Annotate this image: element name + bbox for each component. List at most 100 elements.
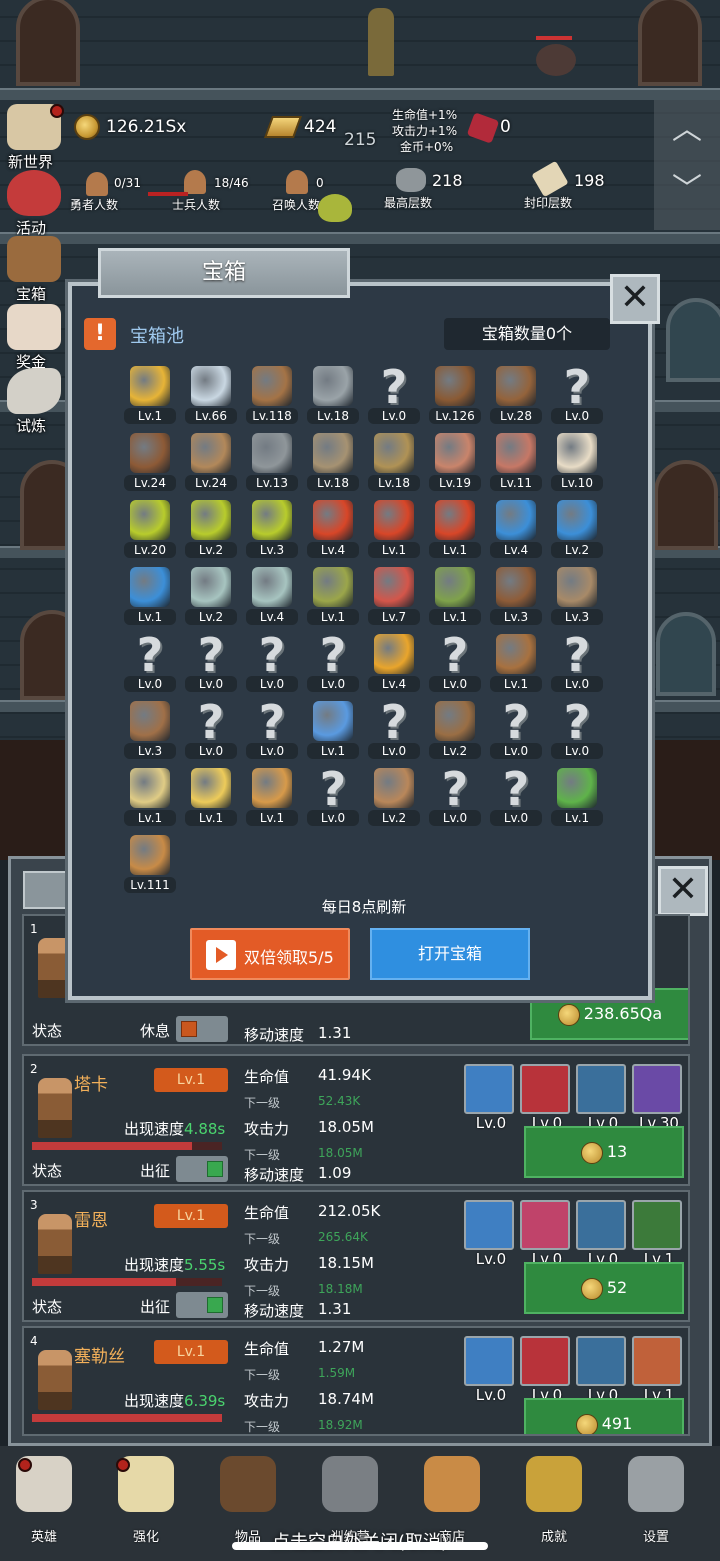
close-hint[interactable]: 点击空白处关闭(取消) xyxy=(0,1528,720,1554)
chest-item[interactable]: ? Lv.0 xyxy=(303,628,363,696)
chest-item[interactable]: Lv.2 xyxy=(364,766,424,830)
chest-item[interactable]: Lv.2 xyxy=(181,565,241,629)
chest-item[interactable]: Lv.18 xyxy=(303,431,363,495)
chest-item[interactable]: Lv.10 xyxy=(547,431,607,495)
chest-item[interactable]: Lv.1 xyxy=(425,565,485,629)
hero-avatar[interactable] xyxy=(38,1078,72,1138)
chest-item[interactable]: ? Lv.0 xyxy=(425,762,485,830)
wooden-sword-icon xyxy=(252,366,292,406)
deploy-toggle[interactable] xyxy=(176,1016,228,1042)
chest-item[interactable]: ? Lv.0 xyxy=(242,695,302,763)
chest-item[interactable]: Lv.2 xyxy=(181,498,241,562)
chest-item[interactable]: Lv.126 xyxy=(425,364,485,428)
purple-boot-icon[interactable]: Lv.30 xyxy=(632,1064,682,1132)
chest-item[interactable]: Lv.3 xyxy=(242,498,302,562)
chest-item[interactable]: ? Lv.0 xyxy=(120,628,180,696)
chest-item[interactable]: Lv.1 xyxy=(120,364,180,428)
chest-item[interactable]: Lv.4 xyxy=(242,565,302,629)
chest-item[interactable]: Lv.3 xyxy=(120,699,180,763)
item-level: Lv.0 xyxy=(368,743,420,759)
chest-item[interactable]: Lv.1 xyxy=(242,766,302,830)
boot-icon[interactable]: Lv.0 xyxy=(576,1064,626,1132)
chest-item[interactable]: Lv.7 xyxy=(364,565,424,629)
chest-item[interactable]: Lv.1 xyxy=(303,565,363,629)
deploy-toggle[interactable] xyxy=(176,1292,228,1318)
open-chest-button[interactable]: 打开宝箱 xyxy=(370,928,530,980)
hero-avatar[interactable] xyxy=(38,1214,72,1274)
chest-item[interactable]: Lv.2 xyxy=(425,699,485,763)
chest-item[interactable]: Lv.28 xyxy=(486,364,546,428)
chest-item[interactable]: Lv.13 xyxy=(242,431,302,495)
chest-item[interactable]: ? Lv.0 xyxy=(486,695,546,763)
chest-item[interactable]: Lv.1 xyxy=(547,766,607,830)
chest-item[interactable]: ? Lv.0 xyxy=(364,360,424,428)
chevron-up-icon[interactable]: ︿ xyxy=(654,100,720,160)
chest-item[interactable]: Lv.18 xyxy=(303,364,363,428)
boot-icon[interactable]: Lv.0 xyxy=(576,1200,626,1268)
chest-item[interactable]: Lv.1 xyxy=(120,565,180,629)
hero-avatar[interactable] xyxy=(38,1350,72,1410)
chest-item[interactable]: Lv.1 xyxy=(181,766,241,830)
hero-avatar[interactable] xyxy=(38,938,72,998)
upgrade-button[interactable]: 13 xyxy=(524,1126,684,1178)
chest-item[interactable]: ? Lv.0 xyxy=(547,360,607,428)
hero-panel-close-button[interactable]: ✕ xyxy=(658,866,708,916)
chest-item[interactable]: ? Lv.0 xyxy=(547,695,607,763)
chest-item[interactable]: Lv.24 xyxy=(120,431,180,495)
chest-item[interactable]: ? Lv.0 xyxy=(181,628,241,696)
sword-skill-icon[interactable]: Lv.0 xyxy=(464,1200,514,1268)
pink-blade-icon[interactable]: Lv.0 xyxy=(520,1200,570,1268)
chest-item[interactable]: Lv.111 xyxy=(120,833,180,897)
chest-item[interactable]: ? Lv.0 xyxy=(486,762,546,830)
chest-item[interactable]: Lv.18 xyxy=(364,431,424,495)
red-axe-icon[interactable]: Lv.0 xyxy=(520,1064,570,1132)
floor-scroll-arrows[interactable]: ︿ ﹀ xyxy=(654,100,720,230)
side-chest-button[interactable]: 宝箱 xyxy=(2,236,66,303)
chest-item[interactable]: Lv.1 xyxy=(120,766,180,830)
chest-item[interactable]: Lv.3 xyxy=(486,565,546,629)
red-monster-icon[interactable]: Lv.0 xyxy=(520,1336,570,1404)
side-trial-button[interactable]: 试炼 xyxy=(2,368,66,435)
fire-icon[interactable]: Lv.1 xyxy=(632,1336,682,1404)
chest-item[interactable]: Lv.1 xyxy=(364,498,424,562)
star-shield-icon[interactable]: Lv.0 xyxy=(464,1336,514,1404)
item-level: Lv.2 xyxy=(429,743,481,759)
chest-item[interactable]: ? Lv.0 xyxy=(303,762,363,830)
green-beast-icon[interactable]: Lv.1 xyxy=(632,1200,682,1268)
upgrade-button[interactable]: 491 xyxy=(524,1398,684,1434)
status-label: 状态 xyxy=(32,1022,63,1040)
chest-item[interactable]: ? Lv.0 xyxy=(242,628,302,696)
shield-axe-icon[interactable]: Lv.0 xyxy=(464,1064,514,1132)
upgrade-button[interactable]: 52 xyxy=(524,1262,684,1314)
chest-item[interactable]: ? Lv.0 xyxy=(364,695,424,763)
chest-item[interactable]: Lv.20 xyxy=(120,498,180,562)
chest-item[interactable]: Lv.3 xyxy=(547,565,607,629)
chest-item[interactable]: Lv.1 xyxy=(486,632,546,696)
spawn-speed-value: 4.88s xyxy=(184,1120,226,1138)
summon-count-icon xyxy=(286,170,308,194)
chest-item[interactable]: ? Lv.0 xyxy=(547,628,607,696)
chest-item[interactable]: Lv.4 xyxy=(486,498,546,562)
unknown-icon: ? xyxy=(136,628,164,682)
armor-icon[interactable]: Lv.0 xyxy=(576,1336,626,1404)
chest-item[interactable]: ? Lv.0 xyxy=(181,695,241,763)
chest-dialog-close-button[interactable]: ✕ xyxy=(610,274,660,324)
chest-item[interactable]: Lv.4 xyxy=(364,632,424,696)
side-bonus-button[interactable]: 奖金 xyxy=(2,304,66,371)
chest-item[interactable]: Lv.11 xyxy=(486,431,546,495)
chest-item[interactable]: Lv.24 xyxy=(181,431,241,495)
deploy-toggle[interactable] xyxy=(176,1156,228,1182)
chest-item[interactable]: Lv.1 xyxy=(425,498,485,562)
chest-item[interactable]: Lv.4 xyxy=(303,498,363,562)
refresh-text: 每日8点刷新 xyxy=(321,898,407,916)
chest-item[interactable]: Lv.118 xyxy=(242,364,302,428)
side-event-button[interactable]: 活动 xyxy=(2,170,66,237)
chest-item[interactable]: ? Lv.0 xyxy=(425,628,485,696)
chevron-down-icon[interactable]: ﹀ xyxy=(654,160,720,220)
chest-item[interactable]: Lv.66 xyxy=(181,364,241,428)
chest-item[interactable]: Lv.1 xyxy=(303,699,363,763)
chest-item[interactable]: Lv.2 xyxy=(547,498,607,562)
side-new-world-button[interactable]: 新世界 xyxy=(2,104,66,171)
double-claim-button[interactable]: 双倍领取5/5 xyxy=(190,928,350,980)
chest-item[interactable]: Lv.19 xyxy=(425,431,485,495)
